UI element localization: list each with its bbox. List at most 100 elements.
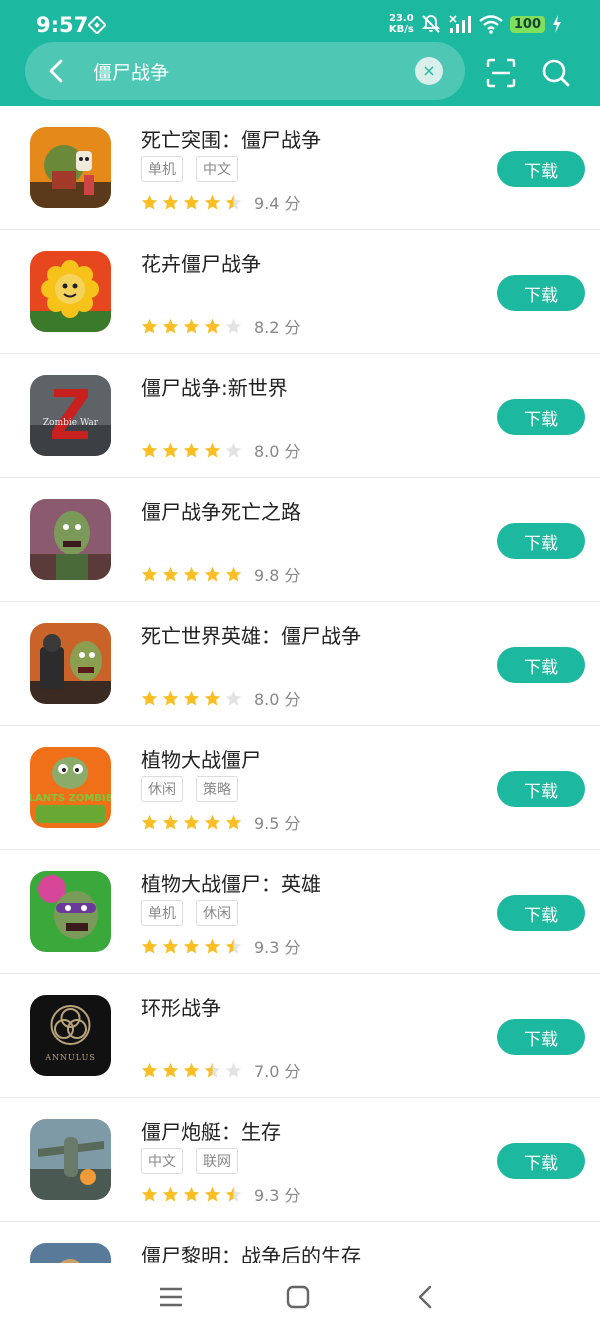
download-button[interactable]: 下载: [497, 151, 585, 187]
app-list-item[interactable]: 僵尸战争死亡之路 9.8 分 下载: [0, 478, 600, 602]
app-list-item[interactable]: PLANTS ZOMBIES 植物大战僵尸 休闲 策略 9.5 分 下载: [0, 726, 600, 850]
app-list-item[interactable]: ANNULUS 环形战争 7.0 分 下载: [0, 974, 600, 1098]
app-title[interactable]: 僵尸炮艇：生存: [141, 1116, 281, 1145]
app-icon[interactable]: [30, 1243, 111, 1263]
rating-stars: [141, 814, 242, 831]
app-rating: 9.5 分: [141, 810, 301, 834]
back-icon[interactable]: [412, 1283, 440, 1311]
star-empty-icon: [225, 690, 242, 705]
status-time: 9:57: [36, 13, 89, 37]
star-full-icon: [162, 442, 179, 457]
app-list: 死亡突围：僵尸战争 单机 中文 9.4 分 下载 花卉僵尸战争 8.2 分 下载…: [0, 106, 600, 1263]
star-half-icon: [225, 938, 242, 953]
rating-stars: [141, 194, 242, 211]
star-full-icon: [183, 442, 200, 457]
rating-stars: [141, 938, 242, 955]
download-button[interactable]: 下载: [497, 771, 585, 807]
star-full-icon: [183, 194, 200, 209]
download-button[interactable]: 下载: [497, 275, 585, 311]
network-speed: 23.0 KB/s: [388, 13, 414, 35]
charging-icon: [553, 15, 561, 33]
app-icon[interactable]: [30, 127, 111, 208]
app-list-item[interactable]: 死亡突围：僵尸战争 单机 中文 9.4 分 下载: [0, 106, 600, 230]
star-half-icon: [225, 1186, 242, 1201]
app-title[interactable]: 僵尸战争死亡之路: [141, 496, 301, 525]
app-rating: 9.8 分: [141, 562, 301, 586]
app-title[interactable]: 环形战争: [141, 992, 221, 1021]
app-list-item[interactable]: 僵尸黎明：战争后的生存: [0, 1222, 600, 1263]
app-title[interactable]: 植物大战僵尸: [141, 744, 261, 773]
star-full-icon: [162, 318, 179, 333]
app-list-item[interactable]: Zombie War 僵尸战争:新世界 8.0 分 下载: [0, 354, 600, 478]
rating-stars: [141, 566, 242, 583]
home-icon[interactable]: [284, 1283, 312, 1311]
top-bar: 9:57 23.0 KB/s 100 僵尸战争 ×: [0, 0, 600, 106]
app-score: 7.0 分: [254, 1062, 301, 1081]
download-button[interactable]: 下载: [497, 895, 585, 931]
app-list-item[interactable]: 死亡世界英雄：僵尸战争 8.0 分 下载: [0, 602, 600, 726]
app-score: 9.8 分: [254, 566, 301, 585]
app-score: 9.3 分: [254, 1186, 301, 1205]
app-icon[interactable]: [30, 1119, 111, 1200]
star-full-icon: [141, 814, 158, 829]
app-list-item[interactable]: 僵尸炮艇：生存 中文 联网 9.3 分 下载: [0, 1098, 600, 1222]
app-title[interactable]: 植物大战僵尸：英雄: [141, 868, 321, 897]
star-full-icon: [141, 194, 158, 209]
download-button[interactable]: 下载: [497, 523, 585, 559]
star-full-icon: [183, 318, 200, 333]
icon-text: Zombie War: [43, 418, 99, 428]
rating-stars: [141, 442, 242, 459]
star-full-icon: [183, 814, 200, 829]
app-title[interactable]: 死亡世界英雄：僵尸战争: [141, 620, 361, 649]
star-full-icon: [141, 690, 158, 705]
app-tags: 单机 休闲: [141, 900, 238, 926]
app-icon[interactable]: PLANTS ZOMBIES: [30, 747, 111, 828]
battery-level: 100: [509, 15, 545, 33]
app-list-item[interactable]: 花卉僵尸战争 8.2 分 下载: [0, 230, 600, 354]
search-input[interactable]: [93, 54, 413, 88]
app-tag: 休闲: [196, 900, 238, 926]
rating-stars: [141, 690, 242, 707]
app-title[interactable]: 僵尸战争:新世界: [141, 372, 288, 401]
app-rating: 9.4 分: [141, 190, 301, 214]
star-full-icon: [141, 938, 158, 953]
star-full-icon: [204, 938, 221, 953]
app-icon[interactable]: [30, 499, 111, 580]
status-right: 23.0 KB/s 100: [389, 12, 562, 36]
app-icon[interactable]: [30, 623, 111, 704]
download-button[interactable]: 下载: [497, 399, 585, 435]
app-title[interactable]: 花卉僵尸战争: [141, 248, 261, 277]
download-button[interactable]: 下载: [497, 1019, 585, 1055]
app-icon[interactable]: [30, 871, 111, 952]
app-score: 9.4 分: [254, 194, 301, 213]
app-tag: 中文: [141, 1148, 183, 1174]
app-tags: 休闲 策略: [141, 776, 238, 802]
menu-icon[interactable]: [157, 1283, 185, 1311]
star-full-icon: [204, 566, 221, 581]
app-score: 8.2 分: [254, 318, 301, 337]
back-arrow-icon[interactable]: [43, 57, 71, 85]
app-score: 8.0 分: [254, 690, 301, 709]
app-icon[interactable]: [30, 251, 111, 332]
mute-bell-icon: [421, 15, 441, 33]
star-full-icon: [204, 814, 221, 829]
star-full-icon: [141, 442, 158, 457]
clear-search-icon[interactable]: ×: [415, 57, 443, 85]
download-button[interactable]: 下载: [497, 1143, 585, 1179]
app-rating: 7.0 分: [141, 1058, 301, 1082]
search-icon[interactable]: [541, 58, 571, 88]
star-full-icon: [204, 690, 221, 705]
app-title[interactable]: 僵尸黎明：战争后的生存: [141, 1240, 361, 1263]
icon-text: ANNULUS: [44, 1053, 96, 1062]
download-button[interactable]: 下载: [497, 647, 585, 683]
app-icon[interactable]: Zombie War: [30, 375, 111, 456]
star-full-icon: [162, 814, 179, 829]
app-icon[interactable]: ANNULUS: [30, 995, 111, 1076]
nfc-icon: [88, 16, 106, 34]
scan-icon[interactable]: [486, 58, 516, 88]
app-score: 9.5 分: [254, 814, 301, 833]
star-full-icon: [204, 1186, 221, 1201]
app-title[interactable]: 死亡突围：僵尸战争: [141, 124, 321, 153]
app-rating: 8.0 分: [141, 686, 301, 710]
app-list-item[interactable]: 植物大战僵尸：英雄 单机 休闲 9.3 分 下载: [0, 850, 600, 974]
